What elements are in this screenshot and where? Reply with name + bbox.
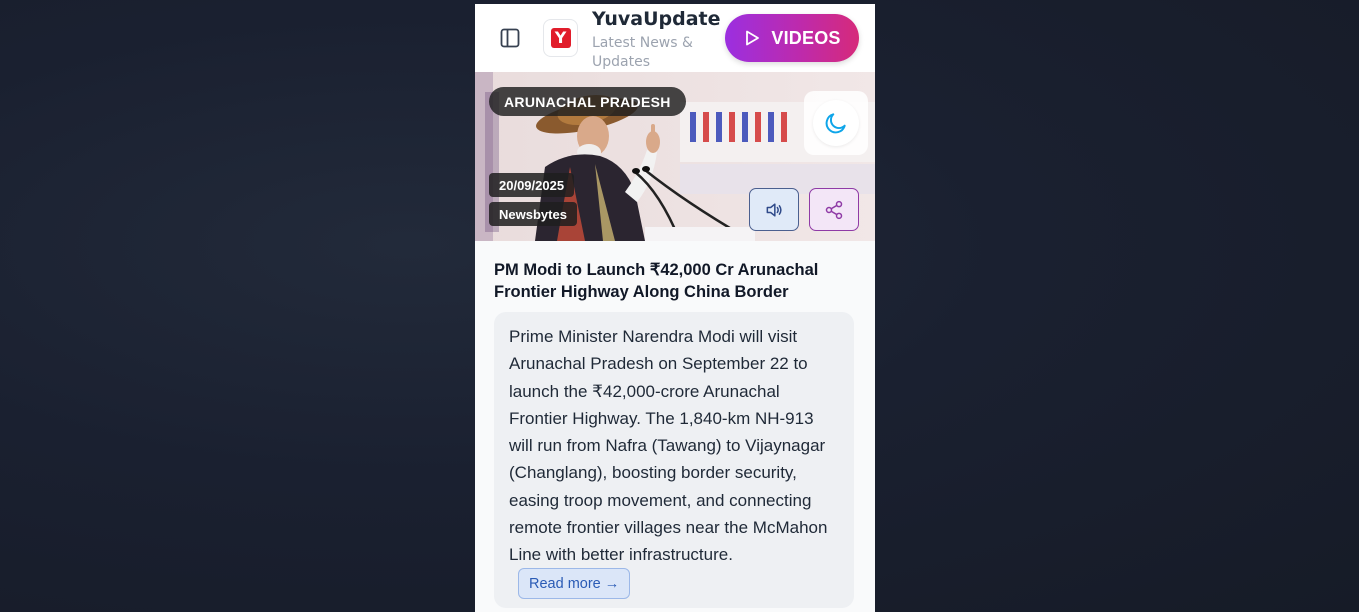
brand-logo[interactable]: Y: [543, 19, 578, 57]
date-badge: 20/09/2025: [489, 173, 575, 197]
article-summary-card: Prime Minister Narendra Modi will visit …: [494, 312, 854, 608]
article-summary: Prime Minister Narendra Modi will visit …: [509, 327, 828, 565]
speaker-icon: [766, 202, 782, 217]
app-header: Y YuvaUpdate Latest News & Updates VIDEO…: [475, 4, 875, 72]
article-hero-image[interactable]: ARUNACHAL PRADESH 20/09/2025 Newsbytes: [475, 72, 875, 241]
videos-button[interactable]: VIDEOS: [725, 14, 859, 62]
read-more-button[interactable]: Read more →: [518, 568, 631, 599]
theme-toggle-circle: [813, 100, 859, 146]
share-icon: [825, 200, 843, 219]
article-body: PM Modi to Launch ₹42,000 Cr Arunachal F…: [475, 241, 875, 612]
sidebar-toggle-icon[interactable]: [499, 27, 521, 49]
theme-toggle-button[interactable]: [804, 91, 868, 155]
source-badge: Newsbytes: [489, 202, 577, 226]
videos-button-label: VIDEOS: [771, 27, 841, 48]
brand-name: YuvaUpdate: [592, 8, 721, 30]
logo-mark: Y: [550, 28, 571, 48]
play-icon: [746, 30, 760, 46]
article-title[interactable]: PM Modi to Launch ₹42,000 Cr Arunachal F…: [494, 259, 856, 303]
moon-icon: [825, 113, 846, 134]
share-button[interactable]: [809, 188, 859, 231]
listen-audio-button[interactable]: [749, 188, 799, 231]
brand-tagline: Latest News & Updates: [592, 35, 693, 70]
category-badge[interactable]: ARUNACHAL PRADESH: [489, 87, 686, 116]
app-screen: Y YuvaUpdate Latest News & Updates VIDEO…: [475, 4, 875, 612]
